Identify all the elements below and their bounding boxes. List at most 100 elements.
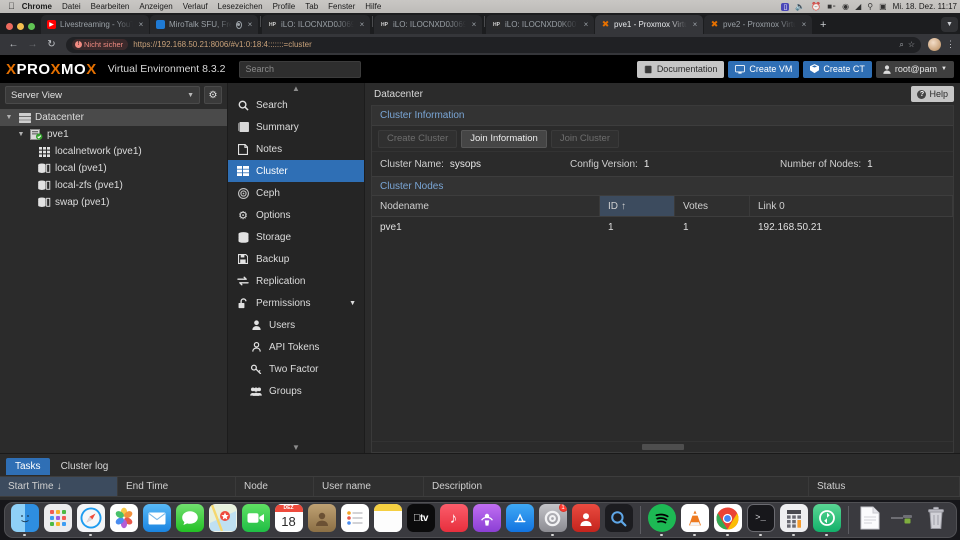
menu-item-lesezeichen[interactable]: Lesezeichen <box>218 2 263 11</box>
tree-node-localnetwork[interactable]: localnetwork (pve1) <box>0 143 227 160</box>
close-window-button[interactable] <box>6 23 13 30</box>
menu-item-datei[interactable]: Datei <box>62 2 81 11</box>
screen-mirroring-icon[interactable]: ▯ <box>781 2 790 11</box>
nav-item-replication[interactable]: Replication <box>228 270 364 292</box>
dock-item-chrome[interactable] <box>713 504 743 536</box>
menu-item-anzeigen[interactable]: Anzeigen <box>139 2 172 11</box>
battery-icon[interactable]: ■⁃ <box>827 2 836 11</box>
nav-item-ceph[interactable]: Ceph <box>228 182 364 204</box>
dock-item-teamviewer[interactable] <box>812 504 842 536</box>
close-icon[interactable]: × <box>470 20 478 29</box>
dock-item-contacts[interactable] <box>307 504 337 536</box>
tree-node-swap[interactable]: swap (pve1) <box>0 194 227 211</box>
volume-icon[interactable]: 🔈 <box>795 2 805 11</box>
dock-item-document-file[interactable] <box>855 504 885 536</box>
menu-item-fenster[interactable]: Fenster <box>328 2 355 11</box>
table-row[interactable]: pve1 1 1 192.168.50.21 <box>372 217 953 238</box>
column-header-start-time[interactable]: Start Time ↓ <box>0 477 118 496</box>
forward-arrow-icon[interactable]: → <box>24 36 41 53</box>
chevron-down-icon[interactable]: ▼ <box>349 300 356 307</box>
dock-item-launchpad[interactable] <box>43 504 73 536</box>
status-badge[interactable]: ! Nicht sicher <box>72 39 129 50</box>
spotlight-icon[interactable]: ⚲ <box>867 2 873 11</box>
zoom-window-button[interactable] <box>28 23 35 30</box>
browser-tab-active[interactable]: ✖ pve1 - Proxmox Virtual Envir × <box>595 15 703 34</box>
nav-item-search[interactable]: Search <box>228 94 364 116</box>
dock-item-downloads-stack[interactable] <box>888 504 918 536</box>
close-icon[interactable]: × <box>137 20 145 29</box>
control-center-icon[interactable]: ◉ <box>842 2 849 11</box>
browser-tab[interactable]: ▶ Livestreaming - YouTube Stu × <box>41 15 149 34</box>
address-bar[interactable]: ! Nicht sicher https://192.168.50.21:800… <box>66 36 921 53</box>
scrollbar-thumb[interactable] <box>641 444 684 450</box>
search-input[interactable]: Search <box>239 60 362 78</box>
dock-item-terminal[interactable]: >_ <box>746 504 776 536</box>
menu-bar-clock[interactable]: Mi. 18. Dez. 11:17 <box>893 2 957 11</box>
time-machine-icon[interactable]: ⏰ <box>811 2 821 11</box>
dock-item-mail[interactable] <box>142 504 172 536</box>
join-cluster-button[interactable]: Join Cluster <box>550 129 620 148</box>
dock-item-notes[interactable] <box>373 504 403 536</box>
nav-item-storage[interactable]: Storage <box>228 226 364 248</box>
gear-icon[interactable]: ⚙ <box>204 86 222 104</box>
create-cluster-button[interactable]: Create Cluster <box>378 129 458 148</box>
nav-scroll-down-button[interactable]: ▼ <box>228 442 364 453</box>
minimize-window-button[interactable] <box>17 23 24 30</box>
menu-item-tab[interactable]: Tab <box>305 2 318 11</box>
user-menu-button[interactable]: root@pam ▼ <box>875 60 954 78</box>
dock-item-calculator[interactable] <box>779 504 809 536</box>
chevron-down-icon[interactable]: ▼ <box>941 17 958 32</box>
menu-item-profile[interactable]: Profile <box>273 2 296 11</box>
dock-item-spotify[interactable] <box>647 504 677 536</box>
nav-item-options[interactable]: ⚙ Options <box>228 204 364 226</box>
column-header-node[interactable]: Node <box>236 477 314 496</box>
column-header-votes[interactable]: Votes <box>675 196 750 216</box>
horizontal-scrollbar[interactable] <box>372 441 953 452</box>
nav-item-backup[interactable]: Backup <box>228 248 364 270</box>
apple-menu-icon[interactable]:  <box>8 2 15 11</box>
column-header-description[interactable]: Description <box>424 477 809 496</box>
window-traffic-lights[interactable] <box>4 23 41 34</box>
dock-item-facetime[interactable] <box>241 504 271 536</box>
kebab-menu-icon[interactable]: ⋮ <box>946 39 955 50</box>
column-header-id[interactable]: ID ↑ <box>600 196 675 216</box>
dock-item-trash[interactable] <box>921 504 951 536</box>
profile-avatar-icon[interactable] <box>928 38 941 51</box>
menu-item-verlauf[interactable]: Verlauf <box>183 2 208 11</box>
dock-item-system-settings[interactable]: 1 <box>538 504 568 536</box>
dock-item-vlc[interactable] <box>680 504 710 536</box>
dock-item-music[interactable]: ♪ <box>439 504 469 536</box>
close-icon[interactable]: × <box>582 20 590 29</box>
proxmox-logo[interactable]: XPROXMOX <box>6 61 97 78</box>
join-information-button[interactable]: Join Information <box>461 129 547 148</box>
back-arrow-icon[interactable]: ← <box>5 36 22 53</box>
tab-cluster-log[interactable]: Cluster log <box>52 458 118 475</box>
tab-tasks[interactable]: Tasks <box>6 457 50 475</box>
column-header-status[interactable]: Status <box>809 477 960 496</box>
dock-item-quicklook[interactable] <box>604 504 634 536</box>
nav-item-permissions[interactable]: Permissions ▼ <box>228 292 364 314</box>
nav-scroll-up-button[interactable]: ▲ <box>228 83 364 94</box>
close-icon[interactable]: × <box>800 20 808 29</box>
column-header-end-time[interactable]: End Time <box>118 477 236 496</box>
column-header-user-name[interactable]: User name <box>314 477 424 496</box>
reload-icon[interactable]: ↻ <box>43 36 60 53</box>
nav-item-users[interactable]: Users <box>228 314 364 336</box>
create-ct-button[interactable]: Create CT <box>803 60 872 78</box>
browser-tab[interactable]: HP iLO: ILOCNXD0K007V.sysop × <box>486 15 594 34</box>
column-header-nodename[interactable]: Nodename <box>372 196 600 216</box>
column-header-link0[interactable]: Link 0 <box>750 196 953 216</box>
close-icon[interactable]: × <box>691 20 699 29</box>
dock-item-maps[interactable] <box>208 504 238 536</box>
nav-item-notes[interactable]: Notes <box>228 138 364 160</box>
wifi-icon[interactable]: ◢ <box>855 2 861 11</box>
nav-item-groups[interactable]: Groups <box>228 380 364 402</box>
create-vm-button[interactable]: Create VM <box>728 60 800 78</box>
dock-item-calendar[interactable]: DEZ 18 <box>274 504 304 536</box>
close-icon[interactable]: × <box>358 20 366 29</box>
nav-item-api-tokens[interactable]: API Tokens <box>228 336 364 358</box>
dock-item-podcasts[interactable] <box>472 504 502 536</box>
documentation-button[interactable]: Documentation <box>636 60 725 78</box>
chevron-down-icon[interactable]: ▼ <box>4 114 14 121</box>
tree-node-local[interactable]: local (pve1) <box>0 160 227 177</box>
